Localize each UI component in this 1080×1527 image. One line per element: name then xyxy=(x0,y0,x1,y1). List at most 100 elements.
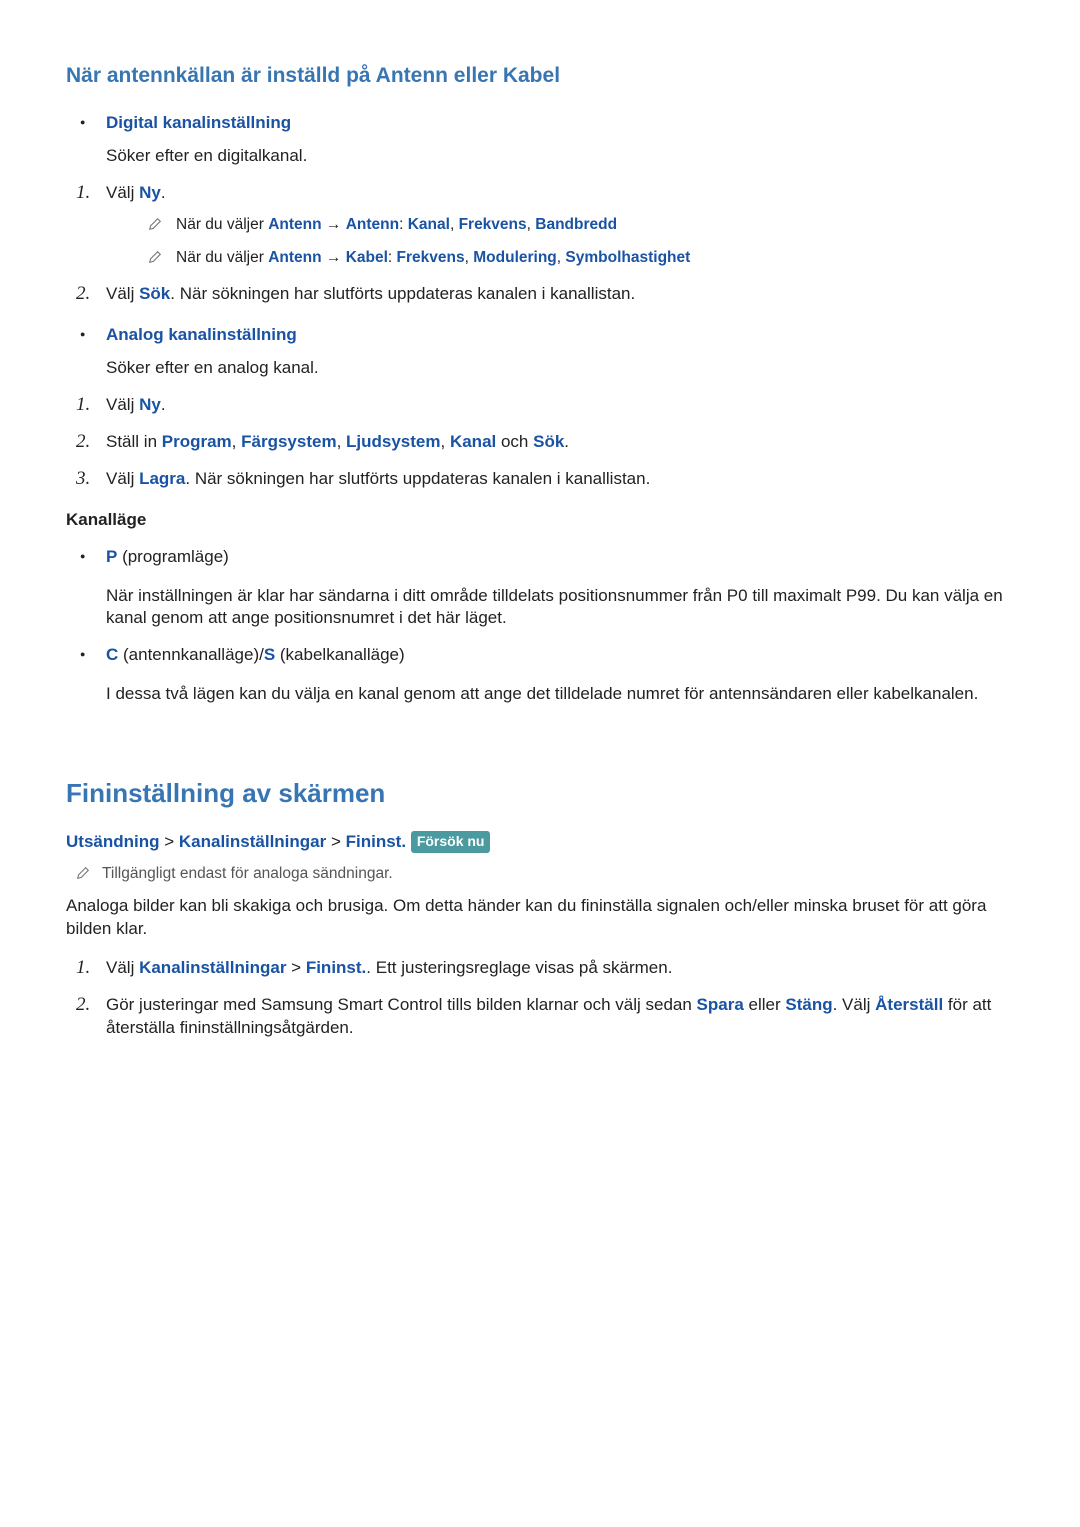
p-label: P xyxy=(106,547,117,566)
text: När du väljer xyxy=(176,216,268,233)
step-number: 1. xyxy=(76,955,90,981)
kw: Sök xyxy=(533,432,564,451)
analog-only-note: Tillgängligt endast för analoga sändning… xyxy=(66,864,1014,885)
text: . När sökningen har slutförts uppdateras… xyxy=(185,469,650,488)
step-number: 1. xyxy=(76,180,90,206)
try-now-button[interactable]: Försök nu xyxy=(411,831,491,853)
bold-lagra: Lagra xyxy=(139,469,185,488)
kw-aterstall: Återställ xyxy=(875,995,943,1014)
c-label: C xyxy=(106,645,118,664)
kw: Modulering xyxy=(473,249,557,266)
kw: Kanal xyxy=(450,432,496,451)
fininst-step-2: 2. Gör justeringar med Samsung Smart Con… xyxy=(66,994,1014,1040)
text: Välj xyxy=(106,395,139,414)
text: Välj xyxy=(106,183,139,202)
kw: Frekvens xyxy=(397,249,465,266)
kw: Antenn xyxy=(346,216,399,233)
text: , xyxy=(527,216,536,233)
text: (kabelkanalläge) xyxy=(275,645,404,664)
bullet-p-mode: P (programläge) När inställningen är kla… xyxy=(66,546,1014,631)
bc-kanalinst[interactable]: Kanalinställningar xyxy=(179,832,326,851)
analog-step-2: 2. Ställ in Program, Färgsystem, Ljudsys… xyxy=(66,431,1014,454)
kw: Frekvens xyxy=(459,216,527,233)
pencil-icon xyxy=(148,217,162,231)
text: Ställ in xyxy=(106,432,162,451)
kw: Ljudsystem xyxy=(346,432,440,451)
text: Välj xyxy=(106,284,139,303)
bold-ny: Ny xyxy=(139,183,161,202)
text: , xyxy=(232,432,241,451)
analog-label: Analog kanalinställning xyxy=(106,325,297,344)
text: , xyxy=(337,432,346,451)
fininst-para: Analoga bilder kan bli skakiga och brusi… xyxy=(66,895,1014,941)
kw-stang: Stäng xyxy=(785,995,832,1014)
text: → xyxy=(322,216,346,233)
bold-ny: Ny xyxy=(139,395,161,414)
section-heading-antenna: När antennkällan är inställd på Antenn e… xyxy=(66,62,1014,90)
digital-step-1: 1. Välj Ny. När du väljer Antenn → Anten… xyxy=(66,182,1014,269)
text: , xyxy=(450,216,459,233)
kw: Kanalinställningar xyxy=(139,958,286,977)
digital-note-antenn: När du väljer Antenn → Antenn: Kanal, Fr… xyxy=(106,215,1014,236)
pencil-icon xyxy=(76,866,90,880)
text: , xyxy=(465,249,474,266)
step-number: 2. xyxy=(76,992,90,1018)
kw: Kanal xyxy=(408,216,450,233)
text: . xyxy=(161,183,166,202)
bc-sep: > xyxy=(160,832,179,851)
fininst-step-1: 1. Välj Kanalinställningar > Fininst.. E… xyxy=(66,957,1014,980)
kanallage-heading: Kanalläge xyxy=(66,509,1014,532)
analog-step-3: 3. Välj Lagra. När sökningen har slutför… xyxy=(66,468,1014,491)
p-desc: När inställningen är klar har sändarna i… xyxy=(106,585,1014,631)
step-number: 3. xyxy=(76,466,90,492)
text: . Ett justeringsreglage visas på skärmen… xyxy=(366,958,672,977)
bullet-analog: Analog kanalinställning Söker efter en a… xyxy=(66,324,1014,380)
pencil-icon xyxy=(148,250,162,264)
digital-label: Digital kanalinställning xyxy=(106,113,291,132)
step-number: 2. xyxy=(76,281,90,307)
kw: Färgsystem xyxy=(241,432,336,451)
bc-sep: > xyxy=(326,832,345,851)
bullet-digital: Digital kanalinställning Söker efter en … xyxy=(66,112,1014,168)
digital-step-2: 2. Välj Sök. När sökningen har slutförts… xyxy=(66,283,1014,306)
text: , xyxy=(441,432,450,451)
analog-desc: Söker efter en analog kanal. xyxy=(106,357,1014,380)
text: : xyxy=(399,216,408,233)
step-number: 1. xyxy=(76,392,90,418)
step-number: 2. xyxy=(76,429,90,455)
text: När du väljer xyxy=(176,249,268,266)
kw: Antenn xyxy=(268,216,321,233)
kw: Kabel xyxy=(346,249,388,266)
kw-spara: Spara xyxy=(697,995,744,1014)
kw: Symbolhastighet xyxy=(565,249,690,266)
text: och xyxy=(496,432,533,451)
bc-fininst[interactable]: Fininst. xyxy=(346,832,406,851)
text: Tillgängligt endast för analoga sändning… xyxy=(102,865,393,882)
text: Välj xyxy=(106,469,139,488)
text: : xyxy=(388,249,397,266)
digital-desc: Söker efter en digitalkanal. xyxy=(106,145,1014,168)
digital-note-kabel: När du väljer Antenn → Kabel: Frekvens, … xyxy=(106,248,1014,269)
breadcrumb: Utsändning > Kanalinställningar > Finins… xyxy=(66,831,1014,854)
text: Gör justeringar med Samsung Smart Contro… xyxy=(106,995,697,1014)
kw: Bandbredd xyxy=(535,216,617,233)
cs-desc: I dessa två lägen kan du välja en kanal … xyxy=(106,683,1014,706)
text: . Välj xyxy=(833,995,876,1014)
text: > xyxy=(286,958,305,977)
bullet-cs-mode: C (antennkanalläge)/S (kabelkanalläge) I… xyxy=(66,644,1014,706)
s-label: S xyxy=(264,645,275,664)
section-heading-fininst: Fininställning av skärmen xyxy=(66,776,1014,811)
text: eller xyxy=(744,995,786,1014)
text: . xyxy=(161,395,166,414)
kw: Fininst. xyxy=(306,958,366,977)
text: Välj xyxy=(106,958,139,977)
text: (antennkanalläge)/ xyxy=(118,645,264,664)
text: . xyxy=(564,432,569,451)
text: . När sökningen har slutförts uppdateras… xyxy=(170,284,635,303)
text: (programläge) xyxy=(117,547,229,566)
text: → xyxy=(322,249,346,266)
kw: Antenn xyxy=(268,249,321,266)
bold-sok: Sök xyxy=(139,284,170,303)
kw: Program xyxy=(162,432,232,451)
bc-utsandning[interactable]: Utsändning xyxy=(66,832,160,851)
